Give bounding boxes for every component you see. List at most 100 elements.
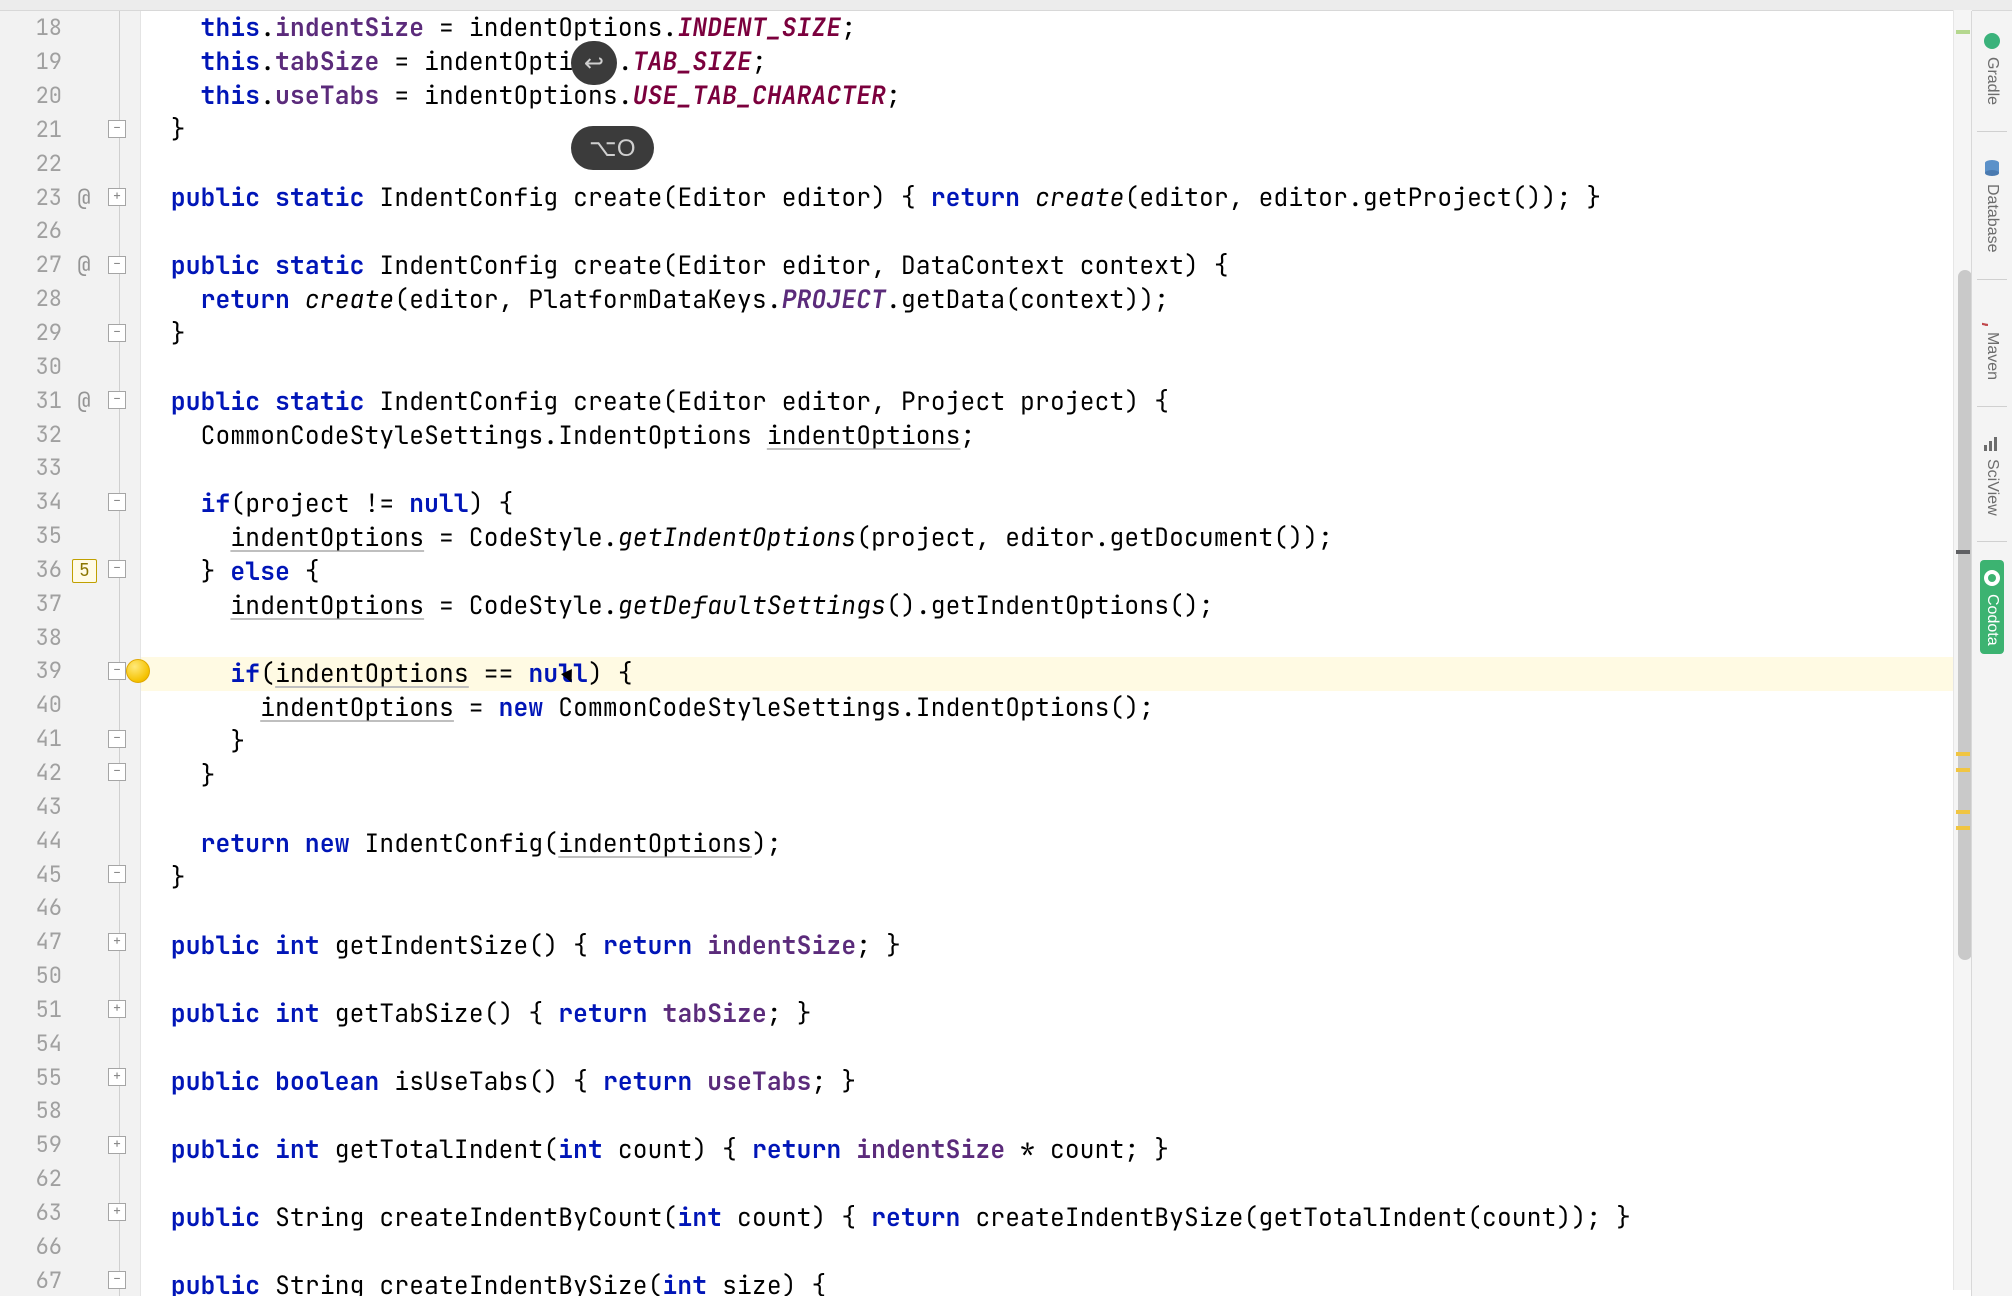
gutter-row[interactable]: 39– bbox=[0, 654, 140, 688]
scrollbar-thumb[interactable] bbox=[1958, 270, 1972, 960]
gutter-row[interactable]: 51+ bbox=[0, 992, 140, 1026]
gutter-row[interactable]: 21– bbox=[0, 113, 140, 147]
gutter-row[interactable]: 20 bbox=[0, 79, 140, 113]
gutter-row[interactable]: 43 bbox=[0, 789, 140, 823]
gutter-row[interactable]: 54 bbox=[0, 1026, 140, 1060]
fold-toggle-icon[interactable]: – bbox=[108, 662, 126, 680]
fold-toggle-icon[interactable]: – bbox=[108, 560, 126, 578]
gutter-row[interactable]: 29– bbox=[0, 316, 140, 350]
scroll-marker[interactable] bbox=[1956, 810, 1970, 814]
gutter-row[interactable]: 30 bbox=[0, 349, 140, 383]
gutter-row[interactable]: 27@– bbox=[0, 248, 140, 282]
code-line[interactable]: } else { bbox=[141, 555, 1971, 589]
scroll-marker[interactable] bbox=[1956, 550, 1970, 554]
code-line[interactable] bbox=[141, 215, 1971, 249]
fold-toggle-icon[interactable]: + bbox=[108, 1068, 126, 1086]
gutter-row[interactable]: 50 bbox=[0, 959, 140, 993]
gutter-row[interactable]: 37 bbox=[0, 586, 140, 620]
fold-toggle-icon[interactable]: – bbox=[108, 865, 126, 883]
code-line[interactable] bbox=[141, 1167, 1971, 1201]
gutter-row[interactable]: 35 bbox=[0, 519, 140, 553]
gutter-row[interactable]: 45– bbox=[0, 857, 140, 891]
fold-toggle-icon[interactable]: + bbox=[108, 1203, 126, 1221]
code-line[interactable] bbox=[141, 1235, 1971, 1269]
code-line[interactable]: if(project != null) { bbox=[141, 487, 1971, 521]
code-line[interactable]: public String createIndentBySize(int siz… bbox=[141, 1269, 1971, 1296]
fold-toggle-icon[interactable]: – bbox=[108, 256, 126, 274]
gutter-row[interactable]: 23@+ bbox=[0, 180, 140, 214]
gutter-row[interactable]: 38 bbox=[0, 620, 140, 654]
gutter-row[interactable]: 22 bbox=[0, 146, 140, 180]
code-line[interactable]: } bbox=[141, 317, 1971, 351]
gutter-row[interactable]: 28 bbox=[0, 282, 140, 316]
gutter-row[interactable]: 40 bbox=[0, 688, 140, 722]
code-line[interactable]: public int getIndentSize() { return inde… bbox=[141, 929, 1971, 963]
gutter-row[interactable]: 36–5 bbox=[0, 553, 140, 587]
code-line[interactable]: indentOptions = new CommonCodeStyleSetti… bbox=[141, 691, 1971, 725]
scroll-marker[interactable] bbox=[1956, 768, 1970, 772]
fold-toggle-icon[interactable]: – bbox=[108, 763, 126, 781]
code-line[interactable]: public static IndentConfig create(Editor… bbox=[141, 181, 1971, 215]
gutter-row[interactable]: 41– bbox=[0, 722, 140, 756]
gutter-row[interactable]: 18 bbox=[0, 11, 140, 45]
gutter-row[interactable]: 59+ bbox=[0, 1128, 140, 1162]
code-line[interactable]: public int getTotalIndent(int count) { r… bbox=[141, 1133, 1971, 1167]
gutter-row[interactable]: 66 bbox=[0, 1229, 140, 1263]
code-line[interactable]: CommonCodeStyleSettings.IndentOptions in… bbox=[141, 419, 1971, 453]
gutter-row[interactable]: 62 bbox=[0, 1162, 140, 1196]
fold-toggle-icon[interactable]: – bbox=[108, 493, 126, 511]
tool-window-sciview[interactable]: SciView bbox=[1982, 425, 2002, 524]
gutter-row[interactable]: 46 bbox=[0, 891, 140, 925]
code-line[interactable]: public boolean isUseTabs() { return useT… bbox=[141, 1065, 1971, 1099]
editor-scrollbar[interactable] bbox=[1953, 10, 1972, 1290]
intention-bulb-icon[interactable] bbox=[126, 659, 150, 683]
code-editor[interactable]: this.indentSize = indentOptions.INDENT_S… bbox=[141, 11, 1971, 1296]
fold-toggle-icon[interactable]: + bbox=[108, 1136, 126, 1154]
code-line[interactable]: } bbox=[141, 759, 1971, 793]
fold-toggle-icon[interactable]: – bbox=[108, 324, 126, 342]
tool-window-maven[interactable]: m Maven bbox=[1982, 298, 2002, 388]
code-line[interactable] bbox=[141, 1099, 1971, 1133]
fold-toggle-icon[interactable]: – bbox=[108, 1271, 126, 1289]
code-line[interactable] bbox=[141, 453, 1971, 487]
gutter-row[interactable]: 44 bbox=[0, 823, 140, 857]
code-line[interactable]: return create(editor, PlatformDataKeys.P… bbox=[141, 283, 1971, 317]
code-line[interactable]: } bbox=[141, 113, 1971, 147]
scroll-marker[interactable] bbox=[1956, 30, 1970, 34]
inspection-badge[interactable]: 5 bbox=[72, 559, 97, 583]
gutter-row[interactable]: 19 bbox=[0, 45, 140, 79]
gutter-row[interactable]: 63+ bbox=[0, 1196, 140, 1230]
fold-toggle-icon[interactable]: – bbox=[108, 120, 126, 138]
code-line[interactable]: this.useTabs = indentOptions.USE_TAB_CHA… bbox=[141, 79, 1971, 113]
gutter-row[interactable]: 31@– bbox=[0, 383, 140, 417]
fold-toggle-icon[interactable]: – bbox=[108, 391, 126, 409]
fold-toggle-icon[interactable]: + bbox=[108, 933, 126, 951]
code-line[interactable]: public String createIndentByCount(int co… bbox=[141, 1201, 1971, 1235]
code-line[interactable] bbox=[141, 895, 1971, 929]
code-line[interactable] bbox=[141, 793, 1971, 827]
code-line[interactable]: this.indentSize = indentOptions.INDENT_S… bbox=[141, 11, 1971, 45]
gutter-row[interactable]: 58 bbox=[0, 1094, 140, 1128]
code-line[interactable]: } bbox=[141, 861, 1971, 895]
code-line[interactable] bbox=[141, 147, 1971, 181]
gutter-row[interactable]: 33 bbox=[0, 451, 140, 485]
gutter-row[interactable]: 34– bbox=[0, 485, 140, 519]
code-line[interactable]: public static IndentConfig create(Editor… bbox=[141, 249, 1971, 283]
gutter-row[interactable]: 26 bbox=[0, 214, 140, 248]
code-line[interactable]: public int getTabSize() { return tabSize… bbox=[141, 997, 1971, 1031]
code-line-current[interactable]: if(indentOptions == null) { bbox=[141, 657, 1971, 691]
code-line[interactable]: indentOptions = CodeStyle.getDefaultSett… bbox=[141, 589, 1971, 623]
code-line[interactable] bbox=[141, 1031, 1971, 1065]
gutter-row[interactable]: 55+ bbox=[0, 1060, 140, 1094]
scroll-marker[interactable] bbox=[1956, 826, 1970, 830]
gutter-row[interactable]: 67– bbox=[0, 1263, 140, 1296]
tool-window-gradle[interactable]: Gradle bbox=[1982, 23, 2002, 113]
gutter-row[interactable]: 42– bbox=[0, 756, 140, 790]
code-line[interactable] bbox=[141, 351, 1971, 385]
code-line[interactable]: public static IndentConfig create(Editor… bbox=[141, 385, 1971, 419]
gutter-row[interactable]: 47+ bbox=[0, 925, 140, 959]
fold-toggle-icon[interactable]: – bbox=[108, 730, 126, 748]
fold-toggle-icon[interactable]: + bbox=[108, 1000, 126, 1018]
code-line[interactable]: this.tabSize = indentOptions.TAB_SIZE; bbox=[141, 45, 1971, 79]
tool-window-codota[interactable]: Codota bbox=[1980, 560, 2004, 654]
